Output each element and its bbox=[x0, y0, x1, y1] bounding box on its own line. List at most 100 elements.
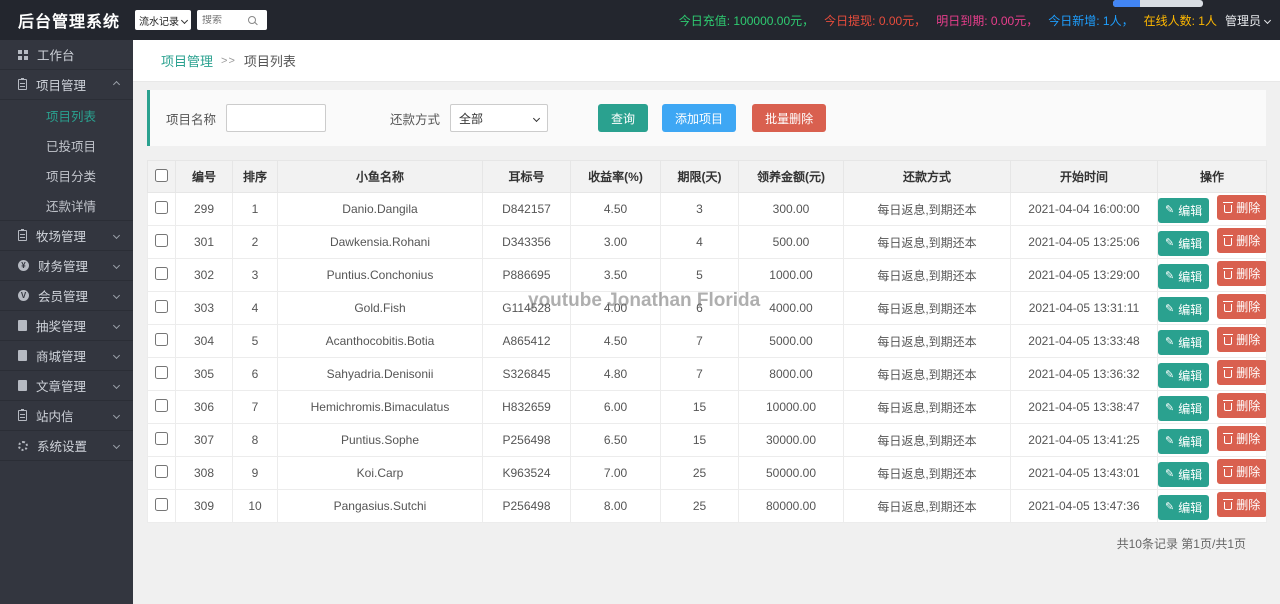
search-icon[interactable] bbox=[248, 16, 256, 24]
project-table: 编号 排序 小鱼名称 耳标号 收益率(%) 期限(天) 领养金额(元) 还款方式… bbox=[147, 160, 1267, 523]
delete-button[interactable]: 删除 bbox=[1217, 426, 1266, 452]
edit-button[interactable]: ✎ 编辑 bbox=[1158, 230, 1210, 256]
table-row: 303 4 Gold.Fish G114528 4.00 6 4000.00 每日返息,… bbox=[147, 291, 1267, 325]
repay-method-select[interactable]: 全部 bbox=[450, 104, 549, 132]
edit-button[interactable]: ✎ 编辑 bbox=[1158, 428, 1210, 454]
sidebar-item-ranch-mgmt[interactable]: 牧场管理 bbox=[0, 221, 133, 251]
delete-button[interactable]: 删除 bbox=[1217, 360, 1266, 386]
sidebar-item-repayment-detail[interactable]: 还款详情 bbox=[0, 190, 133, 220]
edit-icon: ✎ bbox=[1165, 434, 1175, 447]
row-checkbox[interactable] bbox=[155, 366, 168, 379]
sidebar-item-member-mgmt[interactable]: V 会员管理 bbox=[0, 281, 133, 311]
project-name-label: 项目名称 bbox=[166, 112, 217, 127]
chevron-up-icon bbox=[112, 80, 121, 89]
delete-button[interactable]: 删除 bbox=[1217, 228, 1266, 254]
search-input[interactable] bbox=[202, 14, 248, 26]
edit-icon: ✎ bbox=[1165, 236, 1175, 249]
clipboard-icon bbox=[18, 409, 27, 421]
edit-icon: ✎ bbox=[1165, 368, 1175, 381]
trash-icon bbox=[1223, 201, 1234, 213]
query-button[interactable]: 查询 bbox=[598, 104, 649, 132]
sidebar-item-workbench[interactable]: 工作台 bbox=[0, 40, 133, 70]
col-term-days: 期限(天) bbox=[660, 160, 739, 193]
col-adopt-amount: 领养金额(元) bbox=[738, 160, 844, 193]
sidebar-item-mall-mgmt[interactable]: 商城管理 bbox=[0, 341, 133, 371]
chevron-down-icon bbox=[180, 16, 189, 24]
edit-button[interactable]: ✎ 编辑 bbox=[1158, 494, 1210, 520]
sidebar-item-site-message[interactable]: 站内信 bbox=[0, 401, 133, 431]
chevron-down-icon bbox=[112, 441, 121, 450]
edit-button[interactable]: ✎ 编辑 bbox=[1158, 395, 1210, 421]
trash-icon bbox=[1223, 333, 1234, 345]
edit-icon: ✎ bbox=[1165, 401, 1175, 414]
delete-button[interactable]: 删除 bbox=[1217, 294, 1266, 320]
delete-button[interactable]: 删除 bbox=[1217, 195, 1266, 221]
edit-button[interactable]: ✎ 编辑 bbox=[1158, 461, 1210, 487]
row-checkbox[interactable] bbox=[155, 432, 168, 445]
table-row: 302 3 Puntius.Conchonius P886695 3.50 5 100… bbox=[147, 258, 1267, 292]
edit-icon: ✎ bbox=[1165, 302, 1175, 315]
delete-button[interactable]: 删除 bbox=[1217, 459, 1266, 485]
sidebar-item-project-list[interactable]: 项目列表 bbox=[0, 100, 133, 130]
dashboard-icon bbox=[18, 49, 28, 60]
row-checkbox[interactable] bbox=[155, 201, 168, 214]
sidebar-item-project-category[interactable]: 项目分类 bbox=[0, 160, 133, 190]
file-icon bbox=[18, 350, 27, 361]
topbar: 后台管理系统 流水记录 今日充值: 100000.00元， 今日提现: 0.00… bbox=[0, 0, 1280, 40]
delete-button[interactable]: 删除 bbox=[1217, 261, 1266, 287]
filter-panel: 项目名称 还款方式 全部 查询 添加项目 批量删除 bbox=[147, 90, 1266, 146]
sidebar-item-article-mgmt[interactable]: 文章管理 bbox=[0, 371, 133, 401]
chevron-down-icon bbox=[112, 411, 121, 420]
sidebar: 工作台 项目管理 项目列表 已投项目 项目分类 还款详情 牧场管理 ¥ 财务管理… bbox=[0, 40, 133, 604]
table-row: 304 5 Acanthocobitis.Botia A865412 4.50 7 5… bbox=[147, 324, 1267, 358]
add-project-button[interactable]: 添加项目 bbox=[662, 104, 737, 132]
col-ear-tag: 耳标号 bbox=[482, 160, 571, 193]
edit-button[interactable]: ✎ 编辑 bbox=[1158, 263, 1210, 289]
edit-button[interactable]: ✎ 编辑 bbox=[1158, 362, 1210, 388]
row-checkbox[interactable] bbox=[155, 498, 168, 511]
col-id: 编号 bbox=[175, 160, 233, 193]
admin-label: 管理员 bbox=[1224, 13, 1261, 28]
trash-icon bbox=[1223, 399, 1234, 411]
select-all-checkbox[interactable] bbox=[155, 168, 168, 182]
admin-menu[interactable]: 管理员 bbox=[1224, 12, 1272, 29]
breadcrumb-section[interactable]: 项目管理 bbox=[161, 51, 213, 70]
chevron-down-icon bbox=[112, 321, 121, 330]
row-checkbox[interactable] bbox=[155, 333, 168, 346]
delete-button[interactable]: 删除 bbox=[1217, 393, 1266, 419]
edit-button[interactable]: ✎ 编辑 bbox=[1158, 329, 1210, 355]
stat-online: 在线人数: 1人 bbox=[1143, 13, 1217, 28]
sidebar-item-finance-mgmt[interactable]: ¥ 财务管理 bbox=[0, 251, 133, 281]
table-row: 308 9 Koi.Carp K963524 7.00 25 50000.00 每日返息… bbox=[147, 456, 1267, 490]
chevron-down-icon bbox=[112, 291, 121, 300]
sidebar-item-project-mgmt[interactable]: 项目管理 bbox=[0, 70, 133, 100]
row-checkbox[interactable] bbox=[155, 465, 168, 478]
edit-icon: ✎ bbox=[1165, 467, 1175, 480]
chevron-down-icon bbox=[112, 351, 121, 360]
project-name-input[interactable] bbox=[226, 104, 327, 132]
topbar-stats: 今日充值: 100000.00元， 今日提现: 0.00元， 明日到期: 0.0… bbox=[669, 12, 1280, 29]
sidebar-item-system-settings[interactable]: 系统设置 bbox=[0, 431, 133, 461]
chevron-down-icon bbox=[112, 381, 121, 390]
trash-icon bbox=[1223, 300, 1234, 312]
clipboard-icon bbox=[18, 78, 27, 90]
row-checkbox[interactable] bbox=[155, 300, 168, 313]
chevron-down-icon bbox=[532, 114, 541, 122]
batch-delete-button[interactable]: 批量删除 bbox=[752, 104, 827, 132]
trash-icon bbox=[1223, 465, 1234, 477]
record-type-select[interactable]: 流水记录 bbox=[135, 10, 191, 30]
edit-button[interactable]: ✎ 编辑 bbox=[1158, 197, 1210, 223]
delete-button[interactable]: 删除 bbox=[1217, 327, 1266, 353]
table-header-row: 编号 排序 小鱼名称 耳标号 收益率(%) 期限(天) 领养金额(元) 还款方式… bbox=[147, 160, 1267, 193]
row-checkbox[interactable] bbox=[155, 399, 168, 412]
delete-button[interactable]: 删除 bbox=[1217, 492, 1266, 518]
row-checkbox[interactable] bbox=[155, 234, 168, 247]
row-checkbox[interactable] bbox=[155, 267, 168, 280]
sidebar-item-lottery-mgmt[interactable]: 抽奖管理 bbox=[0, 311, 133, 341]
sidebar-item-invested-projects[interactable]: 已投项目 bbox=[0, 130, 133, 160]
coin-icon: ¥ bbox=[18, 260, 29, 271]
edit-button[interactable]: ✎ 编辑 bbox=[1158, 296, 1210, 322]
edit-icon: ✎ bbox=[1165, 500, 1175, 513]
breadcrumb-separator: >> bbox=[221, 54, 236, 67]
trash-icon bbox=[1223, 432, 1234, 444]
